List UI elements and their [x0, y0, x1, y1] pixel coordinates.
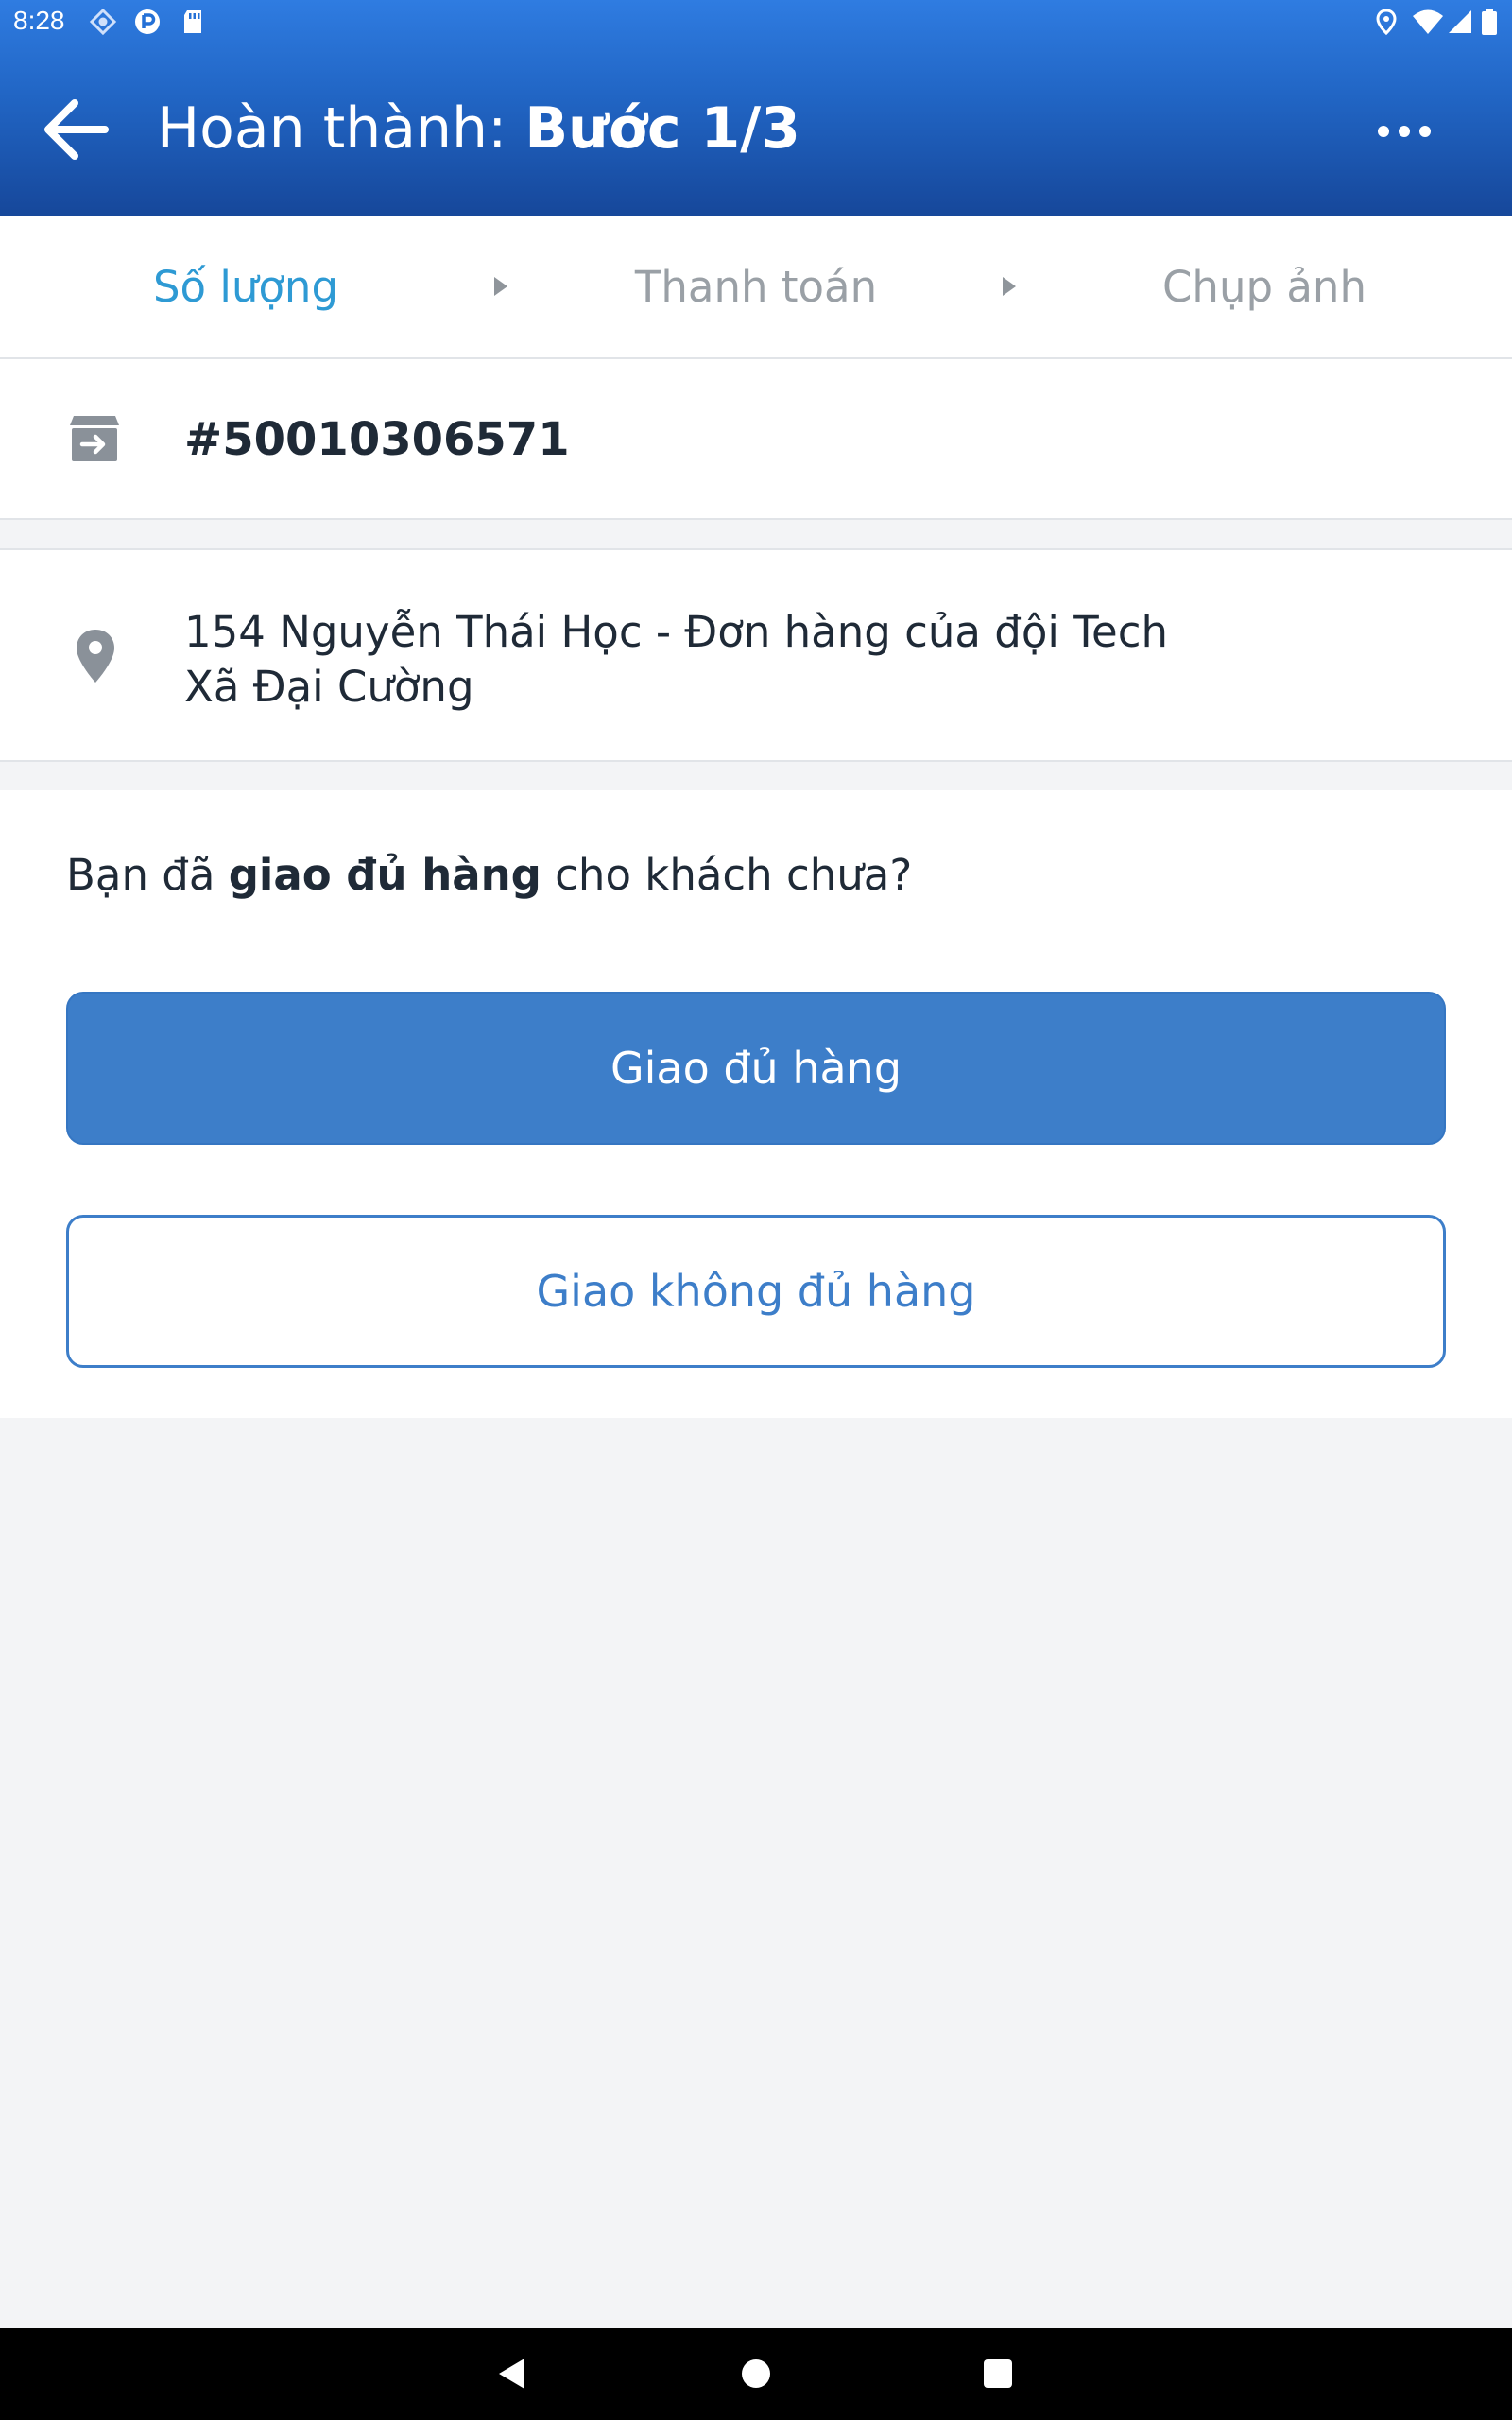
partial-delivery-label: Giao không đủ hàng: [536, 1266, 976, 1317]
app-bar: 8:28 Hoàn thành: Bước 1/3: [0, 0, 1512, 216]
recents-square-icon: [984, 2360, 1012, 2388]
nav-home-button[interactable]: [728, 2345, 784, 2402]
archive-arrow-icon: [70, 416, 119, 461]
signal-icon: [1449, 10, 1471, 33]
order-id: #50010306571: [184, 413, 570, 466]
full-delivery-button[interactable]: Giao đủ hàng: [66, 992, 1446, 1145]
step-indicator: Số lượng Thanh toán Chụp ảnh: [0, 216, 1512, 359]
map-pin-icon: [77, 630, 114, 683]
question-before: Bạn đã: [66, 850, 229, 900]
navigation-icon: [89, 8, 117, 36]
partial-delivery-button[interactable]: Giao không đủ hàng: [66, 1215, 1446, 1368]
address-line-1: 154 Nguyễn Thái Học - Đơn hàng của đội T…: [184, 607, 1168, 657]
delivery-address: 154 Nguyễn Thái Học - Đơn hàng của đội T…: [0, 548, 1512, 762]
page-title-step: Bước 1/3: [524, 95, 800, 162]
system-navigation-bar: [0, 2328, 1512, 2420]
more-horizontal-icon: [1378, 126, 1431, 137]
step-photo: Chụp ảnh: [1162, 262, 1366, 312]
step-payment: Thanh toán: [634, 262, 878, 312]
sd-card-icon: [184, 10, 201, 33]
delivery-confirmation: Bạn đã giao đủ hàng cho khách chưa? Giao…: [0, 790, 1512, 1418]
back-triangle-icon: [499, 2359, 524, 2389]
delivery-question: Bạn đã giao đủ hàng cho khách chưa?: [66, 847, 912, 904]
step-arrow-icon: [494, 277, 507, 296]
address-text: 154 Nguyễn Thái Học - Đơn hàng của đội T…: [184, 605, 1168, 715]
full-delivery-label: Giao đủ hàng: [610, 1043, 902, 1094]
status-bar: 8:28: [0, 0, 1512, 47]
question-after: cho khách chưa?: [541, 850, 913, 900]
back-button[interactable]: [34, 87, 119, 172]
page-title: Hoàn thành: Bước 1/3: [157, 91, 800, 166]
nav-recents-button[interactable]: [970, 2345, 1026, 2402]
battery-icon: [1482, 9, 1497, 35]
order-info: #50010306571: [0, 359, 1512, 520]
wifi-icon: [1413, 9, 1443, 34]
home-circle-icon: [742, 2360, 770, 2388]
page-title-prefix: Hoàn thành:: [157, 95, 507, 162]
step-quantity: Số lượng: [152, 262, 339, 312]
more-options-button[interactable]: [1366, 98, 1442, 164]
step-arrow-icon: [1003, 277, 1016, 296]
location-icon: [1376, 9, 1397, 36]
question-emphasis: giao đủ hàng: [228, 850, 541, 900]
status-time: 8:28: [13, 6, 65, 35]
arrow-left-icon: [44, 99, 109, 160]
address-line-2: Xã Đại Cường: [184, 662, 474, 712]
pocket-icon: [135, 9, 160, 34]
nav-back-button[interactable]: [484, 2345, 541, 2402]
